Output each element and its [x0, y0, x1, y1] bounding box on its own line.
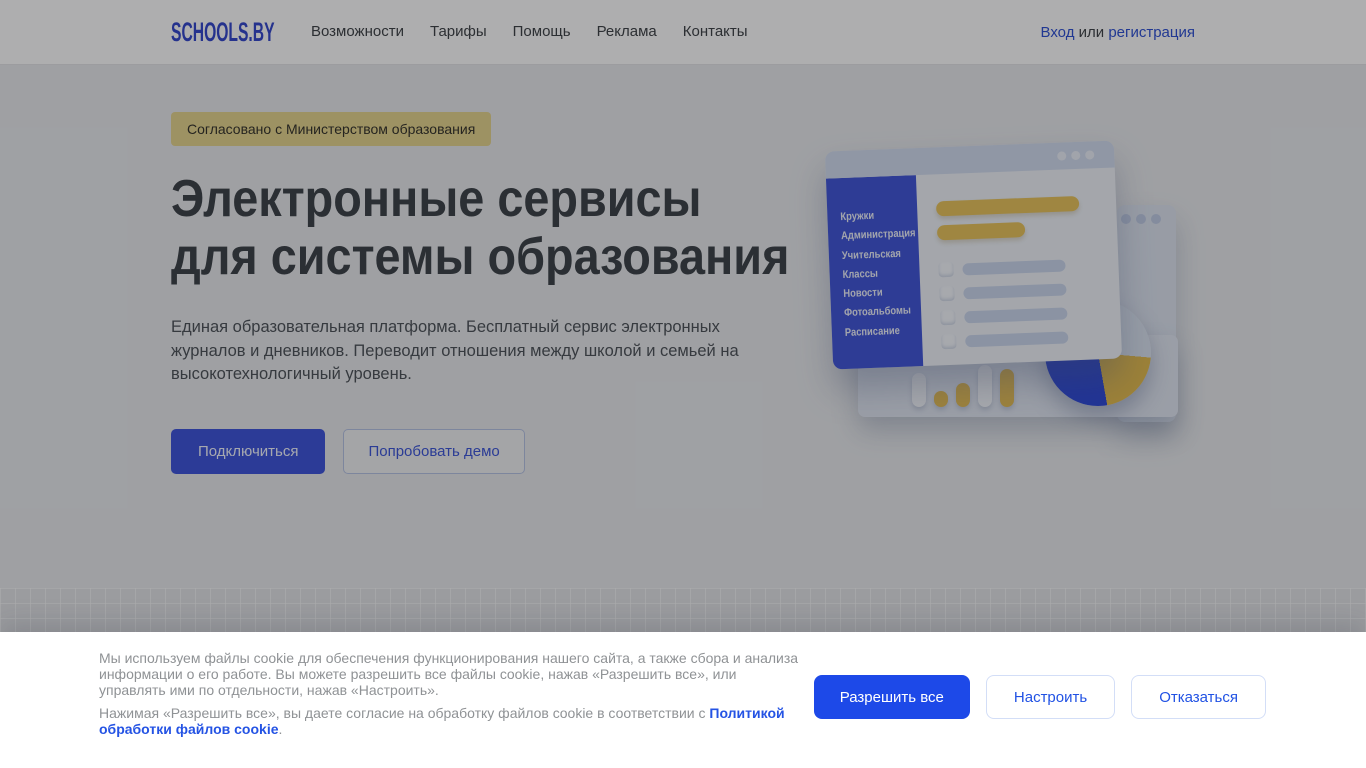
cookie-consent-banner: Мы используем файлы cookie для обеспечен… [0, 632, 1366, 768]
cookie-paragraph-2: Нажимая «Разрешить все», вы даете соглас… [99, 705, 799, 738]
cookie-paragraph-2-text: Нажимая «Разрешить все», вы даете соглас… [99, 705, 710, 722]
configure-button[interactable]: Настроить [985, 675, 1116, 719]
decline-button[interactable]: Отказаться [1131, 675, 1266, 719]
cookie-paragraph-2-suffix: . [278, 721, 283, 738]
cookie-text: Мы используем файлы cookie для обеспечен… [99, 650, 799, 738]
allow-all-button[interactable]: Разрешить все [813, 675, 970, 719]
cookie-buttons: Разрешить все Настроить Отказаться [813, 675, 1266, 719]
cookie-paragraph-1: Мы используем файлы cookie для обеспечен… [99, 650, 799, 698]
